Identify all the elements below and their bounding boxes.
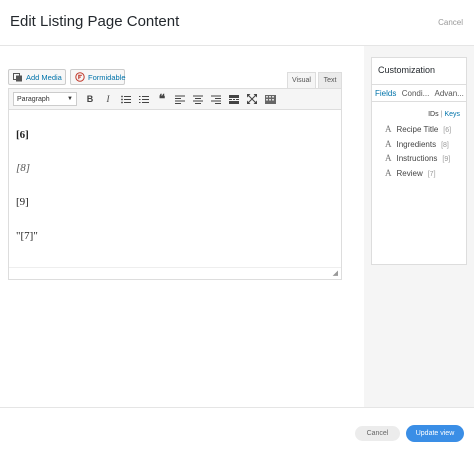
resize-handle-icon[interactable]: ◢ <box>333 269 338 277</box>
field-name: Ingredients <box>396 140 437 149</box>
field-name: Recipe Title <box>396 125 439 134</box>
align-center-icon[interactable] <box>189 90 207 108</box>
tab-conditionals[interactable]: Condi... <box>399 89 432 98</box>
numbered-list-icon[interactable] <box>135 90 153 108</box>
edit-listing-modal: Edit Listing Page Content Cancel Add Med… <box>0 0 474 457</box>
cancel-button[interactable]: Cancel <box>355 426 400 441</box>
tab-advanced[interactable]: Advan... <box>432 89 467 98</box>
field-name: Review <box>396 169 423 178</box>
content-line: [8] <box>16 162 31 174</box>
customization-tabs: Fields Condi... Advan... <box>372 84 466 102</box>
field-id: [6] <box>443 127 452 134</box>
tab-fields[interactable]: Fields <box>372 89 399 98</box>
align-left-icon[interactable] <box>171 90 189 108</box>
add-media-label: Add Media <box>26 72 62 82</box>
field-item-review[interactable]: A Review [7] <box>385 168 436 178</box>
editor-content-area[interactable]: [6] [8] [9] "[7]" ◢ <box>8 110 342 280</box>
ids-keys-toggle: IDs | Keys <box>428 111 460 118</box>
content-line: [6] <box>16 129 29 141</box>
insert-more-icon[interactable] <box>225 90 243 108</box>
text-field-icon: A <box>385 168 392 178</box>
field-id: [9] <box>442 156 451 163</box>
field-id: [8] <box>441 142 449 149</box>
media-icon <box>13 72 23 82</box>
field-id: [7] <box>427 171 436 178</box>
separator: | <box>440 111 443 118</box>
ids-toggle[interactable]: IDs <box>428 111 439 118</box>
bullet-list-icon[interactable] <box>117 90 135 108</box>
update-view-button[interactable]: Update view <box>406 425 464 442</box>
header-cancel-link[interactable]: Cancel <box>438 18 463 27</box>
fullscreen-icon[interactable] <box>243 90 261 108</box>
tab-visual[interactable]: Visual <box>287 72 316 88</box>
field-item-recipe-title[interactable]: A Recipe Title [6] <box>385 124 451 134</box>
field-item-instructions[interactable]: A Instructions [9] <box>385 153 450 163</box>
editor-toolbar: Paragraph ▼ B I ❝ <box>8 88 342 110</box>
customization-panel: Customization Fields Condi... Advan... I… <box>371 57 467 265</box>
align-right-icon[interactable] <box>207 90 225 108</box>
bold-icon[interactable]: B <box>81 90 99 108</box>
italic-icon[interactable]: I <box>99 90 117 108</box>
field-name: Instructions <box>396 154 438 163</box>
editor: Add Media Formidable Visual Text Paragra… <box>8 67 342 280</box>
tab-text[interactable]: Text <box>318 72 342 88</box>
editor-statusbar: ◢ <box>9 267 341 279</box>
text-field-icon: A <box>385 124 392 134</box>
blockquote-icon[interactable]: ❝ <box>153 90 171 108</box>
content-line: "[7]" <box>16 230 38 242</box>
format-select-value: Paragraph <box>17 95 50 103</box>
toolbar-toggle-icon[interactable] <box>261 90 279 108</box>
formidable-icon <box>75 72 85 82</box>
chevron-down-icon: ▼ <box>67 96 73 102</box>
add-media-button[interactable]: Add Media <box>8 69 66 85</box>
text-field-icon: A <box>385 153 392 163</box>
modal-footer: Cancel Update view <box>0 407 474 457</box>
formidable-label: Formidable <box>88 72 126 82</box>
text-field-icon: A <box>385 139 392 149</box>
customization-title: Customization <box>378 65 436 75</box>
keys-toggle[interactable]: Keys <box>444 111 460 118</box>
formidable-button[interactable]: Formidable <box>70 69 126 85</box>
content-line: [9] <box>16 196 29 208</box>
modal-header: Edit Listing Page Content Cancel <box>0 0 474 46</box>
page-title: Edit Listing Page Content <box>10 13 180 30</box>
field-item-ingredients[interactable]: A Ingredients [8] <box>385 139 449 149</box>
format-select[interactable]: Paragraph ▼ <box>13 92 77 106</box>
